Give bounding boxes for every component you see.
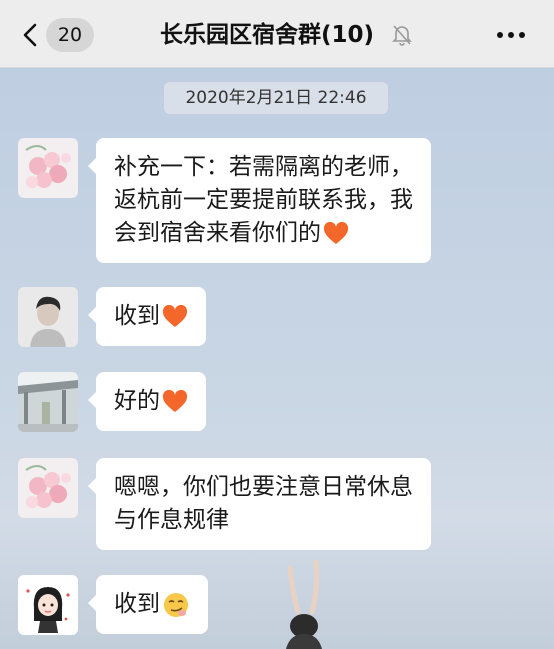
background-figure (286, 560, 322, 649)
chevron-left-icon[interactable] (18, 22, 44, 48)
message-bubble[interactable]: 嗯嗯，你们也要注意日常休息 与作息规律 (88, 458, 431, 550)
more-dots-icon[interactable] (496, 31, 526, 39)
message-text: 会到宿舍来看你们的 (114, 217, 413, 250)
message-text: 好的 (114, 385, 188, 418)
message-bubble[interactable]: 补充一下：若需隔离的老师， 返杭前一定要提前联系我，我 会到宿舍来看你们的 (88, 138, 431, 263)
message-text: 收到 (114, 588, 190, 621)
heart-emoji (162, 304, 188, 327)
message-bubble[interactable]: 收到 (88, 287, 206, 346)
chat-title: 长乐园区宿舍群(10) (160, 22, 375, 48)
chat-header: 20 长乐园区宿舍群(10) (0, 0, 554, 68)
message-text: 收到 (114, 300, 188, 333)
message-text: 补充一下：若需隔离的老师， (114, 154, 413, 180)
unread-count-badge[interactable]: 20 (46, 18, 94, 52)
message-bubble[interactable]: 收到 (88, 575, 208, 634)
avatar-building-photo[interactable] (18, 372, 78, 432)
avatar-cartoon-girl[interactable] (18, 575, 78, 635)
message-text: 与作息规律 (114, 507, 229, 533)
heart-emoji (323, 221, 349, 244)
avatar-man-portrait[interactable] (18, 287, 78, 347)
smirk-emoji (164, 592, 188, 617)
message-text: 嗯嗯，你们也要注意日常休息 (114, 474, 413, 500)
bell-muted-icon (392, 25, 412, 46)
message-bubble[interactable]: 好的 (88, 372, 206, 431)
message-text: 返杭前一定要提前联系我，我 (114, 187, 413, 213)
message-timestamp: 2020年2月21日 22:46 (164, 82, 388, 114)
avatar-flowers[interactable] (18, 138, 78, 198)
heart-emoji (162, 389, 188, 412)
avatar-flowers[interactable] (18, 458, 78, 518)
